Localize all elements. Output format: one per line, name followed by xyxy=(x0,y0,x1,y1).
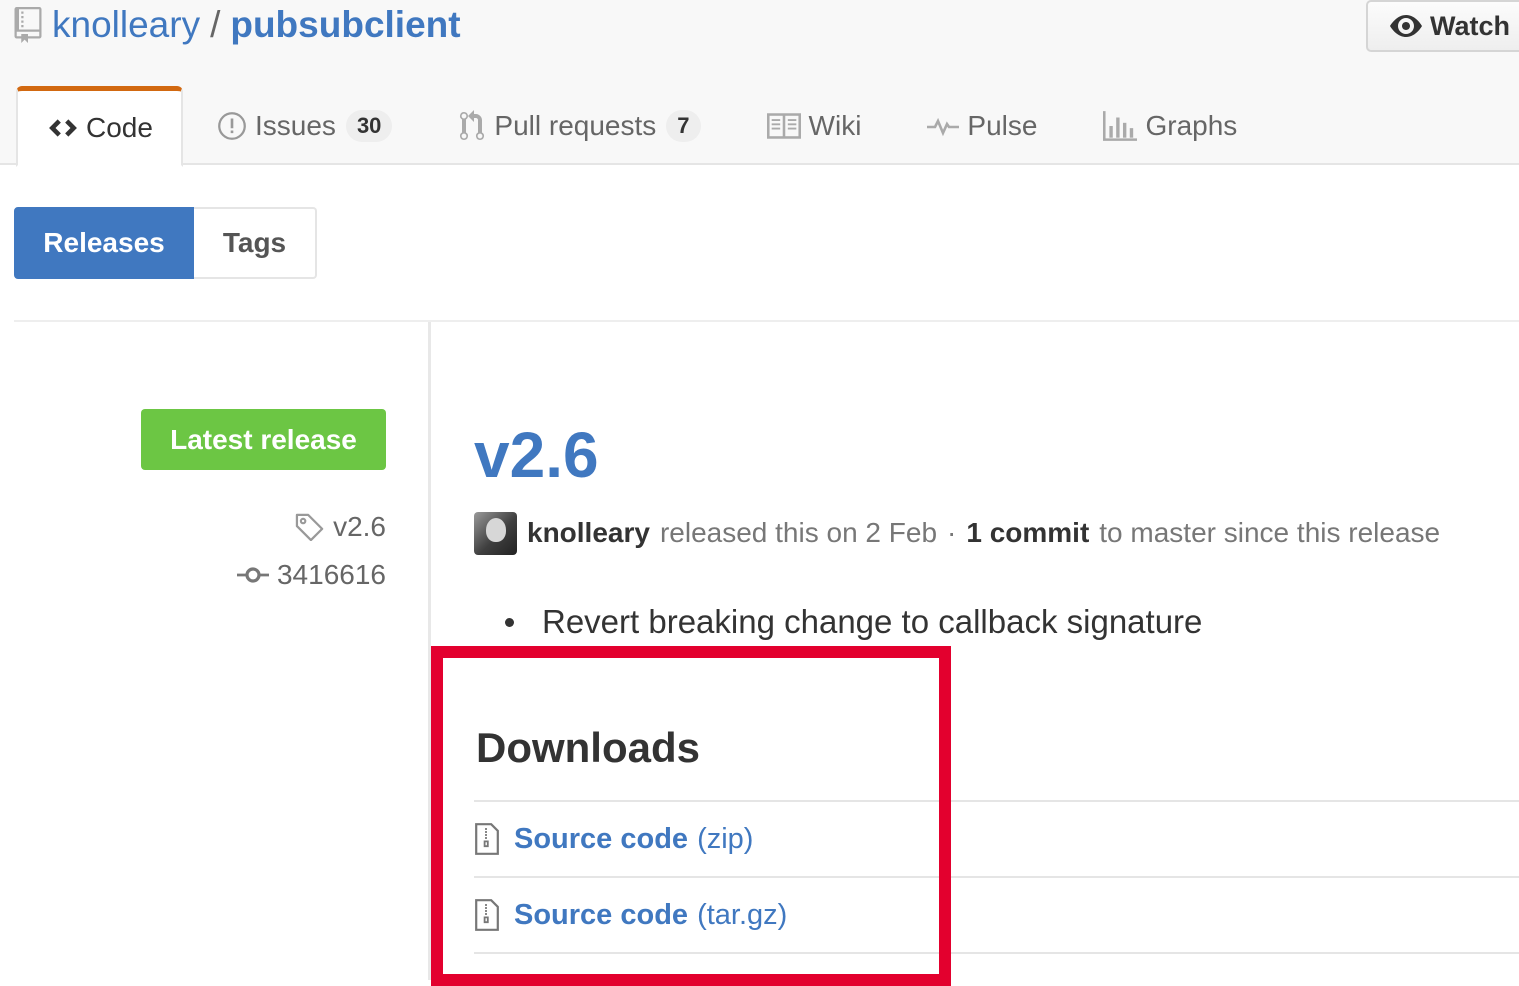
repo-nav: Code Issues 30 Pull requests 7 Wiki Puls… xyxy=(16,86,1237,167)
path-separator: / xyxy=(210,4,221,45)
release-commit[interactable]: 3416616 xyxy=(236,557,386,593)
repo-header: knolleary / pubsubclient Watch Code Issu… xyxy=(0,0,1519,167)
eye-icon xyxy=(1390,15,1422,37)
watch-label: Watch xyxy=(1430,10,1510,41)
releases-subnav: Releases Tags xyxy=(14,207,317,279)
download-zip-label: Source code xyxy=(514,822,689,855)
download-targz-label: Source code xyxy=(514,898,689,931)
downloads-heading: Downloads xyxy=(476,724,701,771)
tags-tab[interactable]: Tags xyxy=(194,207,317,279)
divider xyxy=(14,320,1519,322)
since-release-text: to master since this release xyxy=(1099,517,1441,548)
downloads-list: Source code (zip) Source code (tar.gz) xyxy=(474,800,1519,954)
issue-opened-icon xyxy=(217,111,247,141)
download-targz-ext: (tar.gz) xyxy=(697,898,788,931)
file-zip-icon xyxy=(475,899,499,931)
released-on-text: released this on 2 Feb xyxy=(659,517,938,548)
release-tag-label: v2.6 xyxy=(333,511,386,542)
tab-code-label: Code xyxy=(86,112,153,143)
repo-icon xyxy=(14,7,42,43)
book-icon xyxy=(766,112,801,139)
tab-code[interactable]: Code xyxy=(16,86,183,167)
tab-pull-requests[interactable]: Pull requests 7 xyxy=(458,86,701,165)
tab-graphs-label: Graphs xyxy=(1145,109,1238,141)
meta-separator: · xyxy=(947,517,957,548)
release-note-item: Revert breaking change to callback signa… xyxy=(505,603,1202,641)
code-icon xyxy=(48,117,78,139)
repo-owner-link[interactable]: knolleary xyxy=(52,4,200,46)
git-commit-icon xyxy=(236,567,269,583)
tab-issues-label: Issues xyxy=(255,109,336,141)
issues-counter: 30 xyxy=(345,109,393,142)
release-authorship: knolleary released this on 2 Feb · 1 com… xyxy=(474,511,1441,555)
pulse-icon xyxy=(927,114,960,138)
tab-issues[interactable]: Issues 30 xyxy=(217,86,393,165)
tab-wiki-label: Wiki xyxy=(808,109,862,141)
tab-pulse[interactable]: Pulse xyxy=(927,86,1037,165)
releases-tab[interactable]: Releases xyxy=(14,207,194,279)
tab-graphs[interactable]: Graphs xyxy=(1103,86,1237,165)
tab-wiki[interactable]: Wiki xyxy=(766,86,862,165)
download-zip-ext: (zip) xyxy=(697,822,754,855)
commits-since-link[interactable]: 1 commit xyxy=(966,517,1089,549)
file-zip-icon xyxy=(475,823,499,855)
watch-button[interactable]: Watch xyxy=(1366,0,1519,52)
author-link[interactable]: knolleary xyxy=(527,517,650,549)
graph-icon xyxy=(1103,110,1138,141)
tab-pull-requests-label: Pull requests xyxy=(494,109,657,141)
repo-name-link[interactable]: pubsubclient xyxy=(230,4,460,46)
latest-release-badge: Latest release xyxy=(141,409,386,470)
release-meta-divider xyxy=(428,322,431,980)
release-notes: Revert breaking change to callback signa… xyxy=(505,603,1202,641)
repo-title: knolleary / pubsubclient xyxy=(14,2,461,48)
download-zip-link[interactable]: Source code (zip) xyxy=(474,802,1519,878)
release-tag[interactable]: v2.6 xyxy=(295,509,386,545)
git-pull-request-icon xyxy=(458,109,486,142)
pull-requests-counter: 7 xyxy=(666,109,701,142)
tab-pulse-label: Pulse xyxy=(967,109,1038,141)
release-title[interactable]: v2.6 xyxy=(474,418,599,492)
tag-icon xyxy=(295,513,324,541)
release-commit-sha: 3416616 xyxy=(276,559,386,590)
download-targz-link[interactable]: Source code (tar.gz) xyxy=(474,878,1519,954)
avatar[interactable] xyxy=(474,511,517,555)
